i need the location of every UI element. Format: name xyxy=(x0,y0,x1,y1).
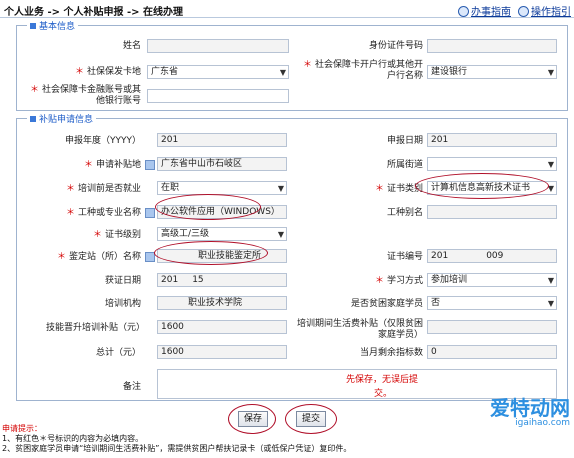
agency-label: ＊鉴定站（所）名称 xyxy=(56,252,141,262)
breadcrumb: 个人业务 -> 个人补贴申报 -> 在线办理 xyxy=(4,7,183,18)
mode-label: ＊学习方式 xyxy=(374,276,423,286)
agency-field[interactable]: 职业技能鉴定所 xyxy=(157,249,287,263)
index-label: 当月剩余指标数 xyxy=(359,348,423,358)
get-date-field[interactable]: 201 15 xyxy=(157,273,287,287)
mode-select[interactable]: 参加培训 ▼ xyxy=(427,273,557,287)
poor-label: 是否贫困家庭学员 xyxy=(350,299,423,309)
tips-line-2: 2、贫困家庭学员申请“培训期间生活费补贴”，需提供贫困户帮扶记录卡（或低保户凭证… xyxy=(2,444,352,453)
index-field: 0 xyxy=(427,345,557,359)
job-picker-icon[interactable] xyxy=(145,208,155,218)
chevron-down-icon: ▼ xyxy=(279,68,286,77)
tips-title: 申请提示： xyxy=(2,424,42,433)
cert-type-select[interactable]: 计算机信息高新技术证书 ▼ xyxy=(427,181,557,195)
place-label: ＊申请补贴地 xyxy=(83,160,141,170)
annotation-note: 先保存，无误后提 xyxy=(346,375,419,385)
cert-no-field[interactable]: 201 009 xyxy=(427,249,557,263)
chevron-down-icon: ▼ xyxy=(277,184,284,193)
name-field[interactable] xyxy=(147,39,289,53)
bank-label: ＊社会保障卡开户行或其他开户行名称 xyxy=(302,60,423,81)
legend-square-icon xyxy=(30,23,36,29)
poor-select[interactable]: 否 ▼ xyxy=(427,296,557,310)
idno-field[interactable] xyxy=(427,39,557,53)
place-field[interactable]: 广东省中山市石岐区 xyxy=(157,157,287,171)
top-bar: 个人业务 -> 个人补贴申报 -> 在线办理 办事指南 操作指引 xyxy=(0,0,574,18)
help-icon xyxy=(518,6,529,17)
cert-type-label: ＊证书类别 xyxy=(374,184,423,194)
place-picker-icon[interactable] xyxy=(145,160,155,170)
street-select[interactable]: ▼ xyxy=(427,157,557,171)
cert-no-label: 证书编号 xyxy=(386,252,423,262)
agency-picker-icon[interactable] xyxy=(145,252,155,262)
issue-place-select[interactable]: 广东省 ▼ xyxy=(147,65,289,79)
employ-label: ＊培训前是否就业 xyxy=(65,184,141,194)
skill-sub-field: 1600 xyxy=(157,320,287,334)
help-link-label: 操作指引 xyxy=(531,7,571,18)
chevron-down-icon: ▼ xyxy=(277,230,284,239)
skill-sub-label: 技能晋升培训补贴（元） xyxy=(45,323,145,333)
employ-select[interactable]: 在职 ▼ xyxy=(157,181,287,195)
legend-square-icon xyxy=(30,116,36,122)
alias-field[interactable] xyxy=(427,205,557,219)
living-label: 培训期间生活费补贴（仅限贫困家庭学员） xyxy=(296,319,423,340)
get-date-label: 获证日期 xyxy=(104,276,141,286)
account-label: ＊社会保障卡金融账号或其他银行账号 xyxy=(29,85,141,106)
org-field[interactable]: 职业技术学院 xyxy=(157,296,287,310)
watermark-url: igaihao.com xyxy=(515,418,570,428)
tips-line-1: 1、有红色＊号标识的内容为必填内容。 xyxy=(2,434,144,443)
application-tips: 申请提示： 1、有红色＊号标识的内容为必填内容。 2、贫困家庭学员申请“培训期间… xyxy=(2,424,351,454)
job-label: ＊工种或专业名称 xyxy=(65,208,141,218)
street-label: 所属街道 xyxy=(386,160,423,170)
help-link[interactable]: 操作指引 xyxy=(518,3,571,18)
total-field: 1600 xyxy=(157,345,287,359)
chevron-down-icon: ▼ xyxy=(547,299,554,308)
level-select[interactable]: 高级工/三级 ▼ xyxy=(157,227,287,241)
apply-info-panel: 补贴申请信息 申报年度（YYYY） 201 申报日期 201 ＊申请补贴地 广东… xyxy=(16,112,568,401)
total-label: 总计（元） xyxy=(95,348,141,358)
guide-link[interactable]: 办事指南 xyxy=(458,3,511,18)
year-label: 申报年度（YYYY） xyxy=(65,136,141,146)
account-field[interactable] xyxy=(147,89,289,103)
apply-info-legend: 补贴申请信息 xyxy=(27,112,97,125)
date-field[interactable]: 201 xyxy=(427,133,557,147)
annotation-note-2: 交。 xyxy=(374,389,393,399)
basic-info-panel: 基本信息 姓名 身份证件号码 ＊社保保发卡地 广东省 ▼ ＊社会保障卡开户行或其他… xyxy=(16,19,568,111)
watermark-logo: 爱特动网 xyxy=(490,396,570,420)
alias-label: 工种别名 xyxy=(386,208,423,218)
idno-label: 身份证件号码 xyxy=(368,41,423,51)
level-label: ＊证书级别 xyxy=(92,230,141,240)
name-label: 姓名 xyxy=(122,41,141,51)
chevron-down-icon: ▼ xyxy=(547,184,554,193)
guide-icon xyxy=(458,6,469,17)
chevron-down-icon: ▼ xyxy=(547,160,554,169)
year-field[interactable]: 201 xyxy=(157,133,287,147)
guide-link-label: 办事指南 xyxy=(471,7,511,18)
remark-label: 备注 xyxy=(122,382,141,392)
chevron-down-icon: ▼ xyxy=(547,68,554,77)
chevron-down-icon: ▼ xyxy=(547,276,554,285)
issue-place-label: ＊社保保发卡地 xyxy=(74,67,141,77)
date-label: 申报日期 xyxy=(386,136,423,146)
org-label: 培训机构 xyxy=(104,299,141,309)
basic-info-legend: 基本信息 xyxy=(27,19,79,32)
bank-select[interactable]: 建设银行 ▼ xyxy=(427,65,557,79)
job-field[interactable]: 办公软件应用（WINDOWS） xyxy=(157,205,287,219)
living-field xyxy=(427,320,557,334)
